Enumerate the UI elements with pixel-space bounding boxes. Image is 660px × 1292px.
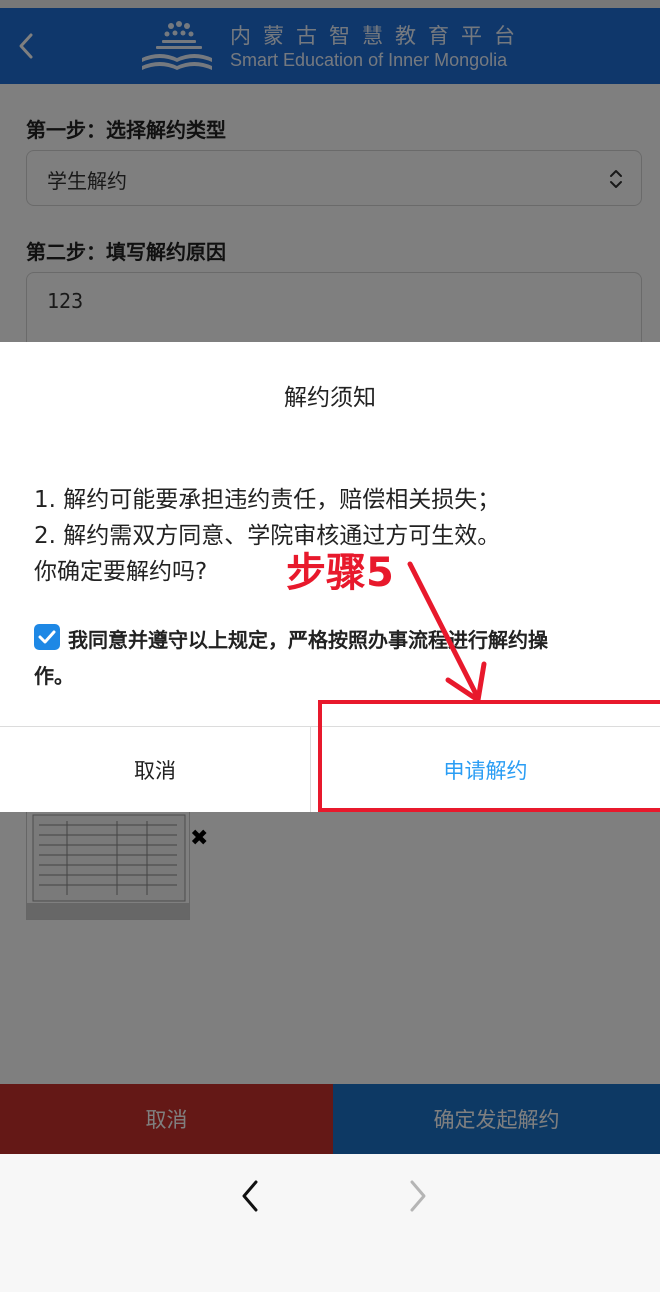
checkmark-icon [38, 630, 56, 644]
browser-back-icon[interactable] [236, 1176, 264, 1216]
annotation-highlight-box [318, 700, 660, 812]
annotation-arrow-icon [407, 561, 487, 703]
dialog-cancel-button[interactable]: 取消 [0, 727, 310, 812]
dialog-title: 解约须知 [284, 385, 376, 411]
notice-question: 你确定要解约吗? [34, 559, 208, 585]
browser-toolbar [0, 1154, 660, 1292]
browser-forward-icon[interactable] [404, 1176, 432, 1216]
agree-checkbox[interactable] [34, 624, 60, 650]
notice-line-2: 2. 解约需双方同意、学院审核通过方可生效。 [34, 523, 501, 549]
notice-line-1: 1. 解约可能要承担违约责任，赔偿相关损失； [34, 487, 501, 513]
step-annotation-label: 步骤5 [286, 550, 394, 596]
agree-terms-text: 我同意并遵守以上规定，严格按照办事流程进行解约操 [68, 628, 548, 652]
agree-terms-text-cont: 作。 [34, 664, 74, 688]
